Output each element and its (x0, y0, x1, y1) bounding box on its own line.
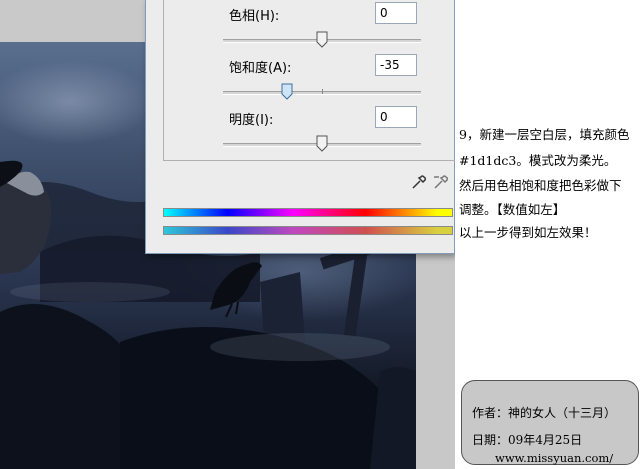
tutorial-line: 然后用色相饱和度把色彩做下 (459, 178, 622, 193)
hue-slider-thumb[interactable] (316, 31, 328, 48)
saturation-slider-thumb[interactable] (281, 83, 293, 100)
lightness-input[interactable] (375, 106, 417, 128)
result-color-bar (163, 226, 453, 235)
hue-label: 色相(H): (229, 9, 280, 24)
tutorial-line: 9，新建一层空白层，填充颜色 (459, 127, 630, 142)
saturation-input[interactable] (375, 54, 417, 76)
eyedropper-icon[interactable] (410, 173, 428, 191)
lightness-slider-thumb[interactable] (316, 135, 328, 152)
credit-date: 日期：09年4月25日 (472, 433, 583, 447)
saturation-label: 饱和度(A): (229, 61, 292, 76)
credit-box: 作者：神的女人（十三月） 日期：09年4月25日 www.missyuan.co… (461, 380, 639, 465)
saturation-center-tick (322, 89, 323, 94)
lightness-label: 明度(I): (229, 113, 274, 128)
edit-group-box (163, 0, 461, 161)
tutorial-line: 以上一步得到如左效果！ (459, 225, 597, 240)
tutorial-line: #1d1dc3。模式改为柔光。 (459, 153, 617, 168)
credit-url[interactable]: www.missyuan.com/ (495, 451, 613, 465)
hue-input[interactable] (375, 2, 417, 24)
credit-author: 作者：神的女人（十三月） (472, 406, 617, 420)
eyedropper-minus-icon[interactable] (432, 173, 450, 191)
source-color-bar (163, 208, 453, 217)
tutorial-line: 调整。【数值如左】 (459, 202, 566, 217)
